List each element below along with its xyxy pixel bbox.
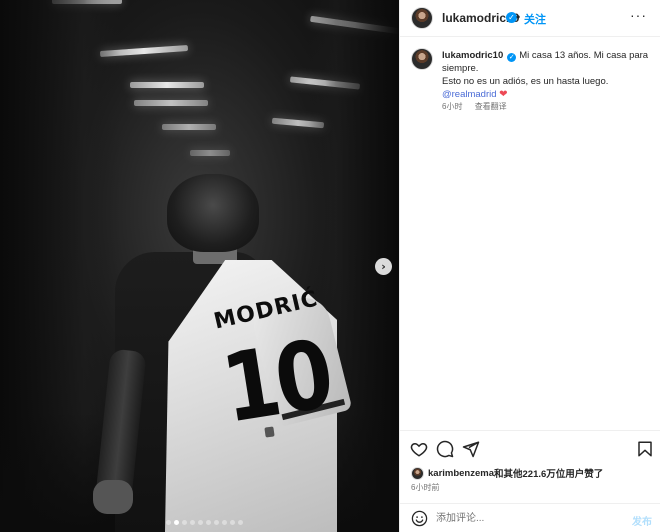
emoji-icon[interactable] [411,510,428,527]
post-timestamp[interactable]: 6小时前 [411,482,439,493]
caption-line-2: Esto no es un adiós, es un hasta luego. [442,76,609,87]
liker-username[interactable]: karimbenzema [428,468,494,479]
carousel-dot[interactable] [238,520,243,525]
post-side-panel: lukamodric10 ✓ • 关注 ··· lukamodric10 ✓ Mi … [399,0,660,532]
caption-text: lukamodric10 ✓ Mi casa 13 años. Mi casa pa… [442,49,652,101]
carousel-next-icon[interactable]: › [375,258,392,275]
caption-verified-icon: ✓ [507,53,517,62]
carousel-dot[interactable] [222,520,227,525]
caption-username[interactable]: lukamodric10 [442,50,503,61]
carousel-dot[interactable] [190,520,195,525]
bookmark-icon[interactable] [636,440,654,458]
action-bar [400,430,660,464]
post-media[interactable]: MODRIĆ 10 › [0,0,399,532]
player-hair [167,174,259,252]
carousel-dot[interactable] [230,520,235,525]
club-badge [264,426,275,438]
comment-icon[interactable] [436,440,454,458]
carousel-dot[interactable] [214,520,219,525]
comment-bar: 发布 [400,503,660,532]
jersey-number: 10 [215,320,338,445]
caption-avatar[interactable] [411,48,433,70]
avatar[interactable] [411,7,433,29]
post-comment-button[interactable]: 发布 [632,513,652,528]
liker-avatar[interactable] [411,466,424,480]
carousel-dot[interactable] [174,520,179,525]
heart-emoji: ❤ [499,89,508,100]
heart-icon[interactable] [410,440,428,458]
carousel-dot[interactable] [166,520,171,525]
comment-input[interactable] [436,509,626,528]
more-options-icon[interactable]: ··· [630,7,647,23]
caption-section: lukamodric10 ✓ Mi casa 13 años. Mi casa pa… [400,37,660,430]
likes-summary: karimbenzema 和其他221.6万位用户赞了 [411,464,603,482]
share-icon[interactable] [462,440,480,458]
carousel-dots [166,520,243,525]
player-figure: MODRIĆ 10 [93,170,365,532]
caption-time: 6小时 [442,102,463,111]
header-separator: • [516,10,521,24]
mention-link[interactable]: @realmadrid [442,89,497,100]
carousel-dot[interactable] [206,520,211,525]
caption-meta: 6小时 查看翻译 [442,101,517,112]
likes-count-text[interactable]: 和其他221.6万位用户赞了 [494,466,603,480]
translate-link[interactable]: 查看翻译 [475,102,507,111]
carousel-dot[interactable] [182,520,187,525]
post-header: lukamodric10 ✓ • 关注 ··· [400,0,660,37]
carousel-dot[interactable] [198,520,203,525]
follow-button[interactable]: 关注 [524,11,546,27]
